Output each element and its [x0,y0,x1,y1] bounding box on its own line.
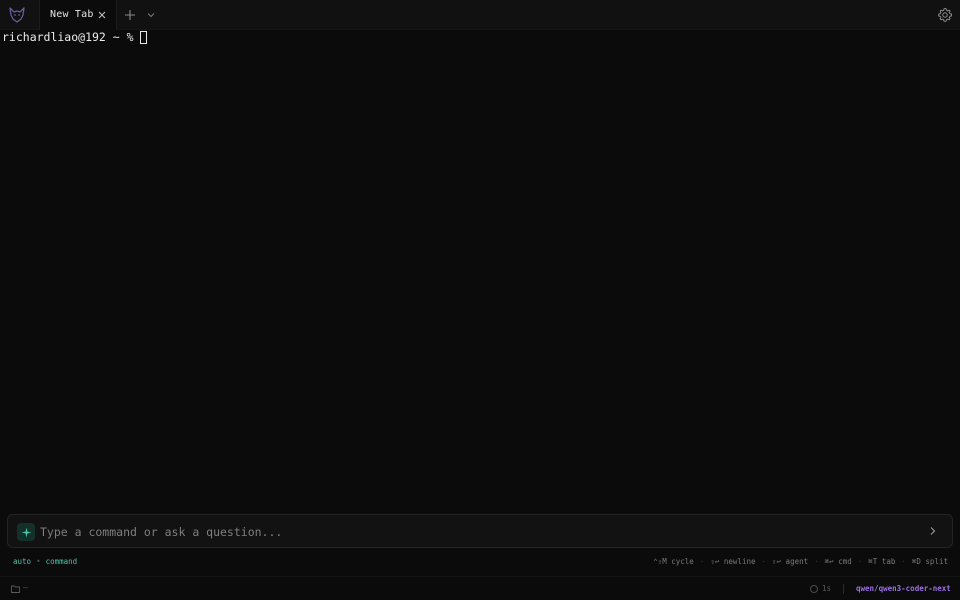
text-cursor [139,30,147,44]
status-bar: – 1s qwen/qwen3-coder-next [0,576,960,600]
timer-indicator: 1s [810,584,831,593]
close-icon [98,11,106,19]
shortcut-separator: · [857,557,863,566]
prompt-text: richardliao@192 ~ % [2,30,134,44]
shortcut-hint: ⌃⇧M cycle [653,557,694,566]
hints-row: auto • command ⌃⇧M cycle · ⇧↩ newline · … [0,555,960,569]
shortcut-separator: · [699,557,705,566]
folder-icon[interactable] [11,585,20,593]
submode-label: command [45,557,78,566]
shortcut-separator: · [761,557,767,566]
timer-value: 1s [822,584,832,593]
shortcut-hint: ⇧↩ agent [772,557,809,566]
plus-icon[interactable] [123,8,137,22]
folder-label: – [23,583,28,592]
shortcut-hint: ⌘D split [911,557,948,566]
mode-indicator[interactable]: auto • command [13,555,77,569]
tab-label: New Tab [50,9,94,20]
shortcut-hint: ⌘↩ cmd [824,557,852,566]
terminal-output[interactable]: richardliao@192 ~ % [0,30,960,506]
gear-icon[interactable] [937,7,953,23]
command-input-bar [7,514,953,548]
sparkle-icon [20,526,32,538]
tab-bar: New Tab [0,0,960,30]
terminal-app: New Tab richardliao@192 ~ % Type a comma… [0,0,960,600]
ai-mode-button[interactable] [17,523,35,541]
chevron-right-icon [930,527,936,535]
submit-button[interactable] [926,524,940,538]
chevron-down-icon[interactable] [146,10,156,20]
shortcut-hints: ⌃⇧M cycle · ⇧↩ newline · ⇧↩ agent · ⌘↩ c… [653,555,948,569]
shortcut-separator: · [901,557,906,566]
prompt-line: richardliao@192 ~ % [2,30,147,44]
close-tab-button[interactable] [95,8,109,22]
shortcut-separator: · [814,557,819,566]
tab-new-tab[interactable]: New Tab [39,0,117,30]
shortcut-hint: ⇧↩ newline [710,557,756,566]
command-input[interactable] [40,522,900,542]
wolf-logo-icon [9,7,25,23]
status-divider [843,584,844,594]
model-selector[interactable]: qwen/qwen3-coder-next [856,584,951,593]
shortcut-hint: ⌘T tab [868,557,896,566]
spinner-ring-icon [810,584,818,593]
mode-separator: • [36,557,41,566]
mode-label: auto [13,557,32,566]
